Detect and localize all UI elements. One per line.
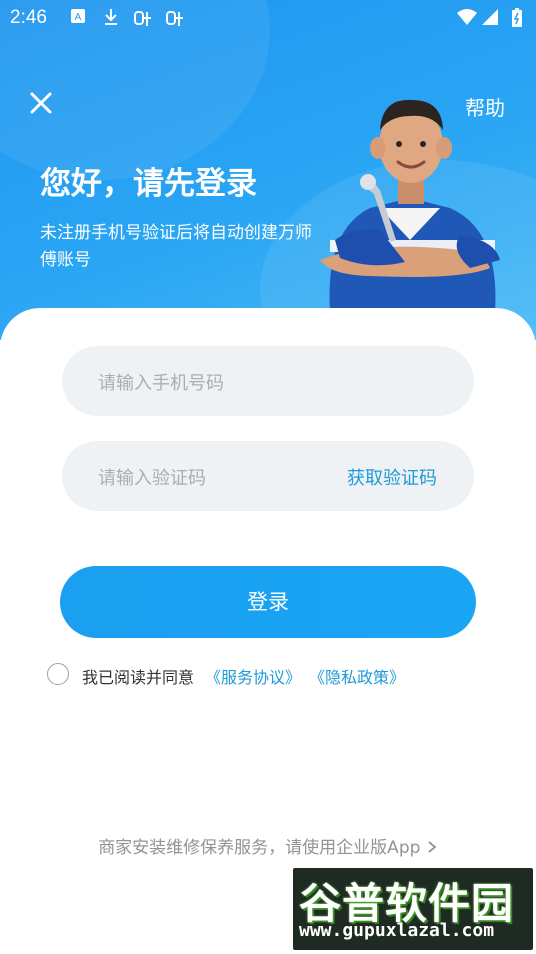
bug-icon: [164, 8, 186, 33]
keyboard-icon: A: [70, 8, 86, 29]
header-banner: 2:46 A 帮助 您好，请先登录 未注册手机号验证后将自动创建万师傅账号: [0, 0, 536, 340]
status-bar: 2:46 A: [0, 0, 536, 38]
chevron-right-icon: [428, 841, 437, 853]
enterprise-app-link[interactable]: 商家安装维修保养服务，请使用企业版App: [0, 833, 536, 858]
agreement-text: 我已阅读并同意: [82, 668, 195, 687]
agreement-checkbox[interactable]: [47, 663, 69, 685]
signal-icon: [481, 8, 499, 31]
battery-icon: [510, 8, 524, 33]
login-button[interactable]: 登录: [60, 566, 476, 638]
svg-text:A: A: [75, 12, 82, 23]
page-subtitle: 未注册手机号验证后将自动创建万师傅账号: [40, 223, 312, 270]
phone-input[interactable]: 请输入手机号码: [98, 369, 224, 395]
phone-field[interactable]: 请输入手机号码: [62, 346, 474, 416]
enterprise-app-label: 商家安装维修保养服务，请使用企业版App: [98, 838, 421, 858]
watermark: 谷普软件园 www.gupuxlazal.com: [293, 868, 533, 950]
status-time: 2:46: [10, 7, 47, 28]
bug-icon: [132, 8, 154, 33]
code-input[interactable]: 请输入验证码: [98, 464, 206, 490]
wifi-icon: [456, 8, 478, 31]
close-icon: [30, 92, 52, 114]
download-icon: [103, 8, 119, 31]
watermark-url: www.gupuxlazal.com: [299, 920, 495, 941]
close-button[interactable]: [26, 88, 56, 118]
page-title: 您好，请先登录: [40, 166, 257, 202]
get-code-button[interactable]: 获取验证码: [347, 464, 437, 490]
privacy-policy-link[interactable]: 《隐私政策》: [309, 664, 405, 688]
service-agreement-link[interactable]: 《服务协议》: [205, 664, 301, 688]
code-field[interactable]: 请输入验证码 获取验证码: [62, 441, 474, 511]
technician-illustration: [320, 99, 500, 312]
